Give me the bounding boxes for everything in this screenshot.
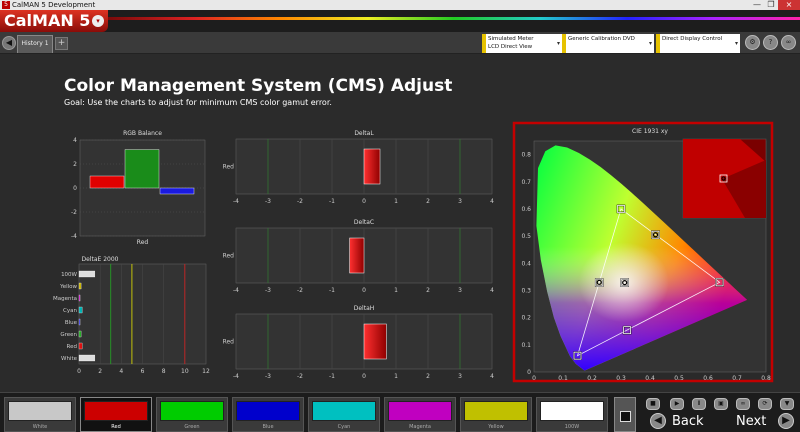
device-meter-line2: LCD Direct View xyxy=(488,44,533,50)
swatch-color-chip xyxy=(8,401,72,421)
chevron-down-icon: ▾ xyxy=(648,40,652,47)
tab-history-1[interactable]: History 1 xyxy=(17,35,53,53)
down-icon[interactable]: ▼ xyxy=(780,398,794,410)
swatch-label: Cyan xyxy=(337,424,351,430)
swatch-red[interactable]: Red xyxy=(80,397,152,432)
page-title: Color Management System (CMS) Adjust xyxy=(64,76,453,96)
minimize-icon[interactable]: — xyxy=(750,0,764,10)
swatch-label: Red xyxy=(111,424,121,430)
swatch-color-chip xyxy=(160,401,224,421)
add-tab-icon[interactable]: + xyxy=(55,37,68,50)
stop-reading-icon[interactable]: ■ xyxy=(646,398,660,410)
tab-bar: ◀ History 1 + Simulated Meter LCD Direct… xyxy=(0,32,800,54)
window-title-bar: 5 CalMAN 5 Development — ❐ × xyxy=(0,0,800,10)
device-source-meter[interactable]: Simulated Meter LCD Direct View ▾ xyxy=(482,34,562,53)
page-goal: Goal: Use the charts to adjust for minim… xyxy=(64,98,332,107)
device-generator-line1: Generic Calibration DVD xyxy=(568,36,635,42)
pause-icon[interactable]: Ⅱ xyxy=(692,398,706,410)
swatch-100w[interactable]: 100W xyxy=(536,397,608,432)
help-icon[interactable]: ? xyxy=(763,35,778,50)
device-meter-line1: Simulated Meter xyxy=(488,36,534,42)
chevron-down-icon: ▾ xyxy=(556,40,560,47)
swatch-label: Green xyxy=(184,424,200,430)
device-display-line1: Direct Display Control xyxy=(662,36,723,42)
window-title: CalMAN 5 Development xyxy=(12,1,96,9)
link-icon[interactable]: ∞ xyxy=(781,35,796,50)
swatch-color-chip xyxy=(312,401,376,421)
ribbon xyxy=(0,10,800,32)
swatch-label: White xyxy=(32,424,48,430)
swatch-blue[interactable]: Blue xyxy=(232,397,304,432)
swatch-magenta[interactable]: Magenta xyxy=(384,397,456,432)
swatch-cyan[interactable]: Cyan xyxy=(308,397,380,432)
swatch-label: Blue xyxy=(262,424,274,430)
swatch-label: 100W xyxy=(564,424,580,430)
play-icon[interactable]: ▶ xyxy=(670,398,684,410)
refresh-icon[interactable]: ⟳ xyxy=(758,398,772,410)
app-menu-button[interactable]: CalMAN 5 ▾ xyxy=(0,10,108,32)
swatch-color-chip xyxy=(84,401,148,421)
stop-button[interactable] xyxy=(614,397,636,432)
swatch-color-chip xyxy=(236,401,300,421)
back-arrow-icon[interactable]: ◀ xyxy=(650,413,666,429)
next-button[interactable]: Next xyxy=(736,414,766,429)
close-icon[interactable]: × xyxy=(778,0,800,10)
settings-icon[interactable]: ⚙ xyxy=(745,35,760,50)
swatch-green[interactable]: Green xyxy=(156,397,228,432)
swatch-yellow[interactable]: Yellow xyxy=(460,397,532,432)
link-icon[interactable]: ∞ xyxy=(736,398,750,410)
swatch-white[interactable]: White xyxy=(4,397,76,432)
swatch-label: Magenta xyxy=(409,424,431,430)
swatch-color-chip xyxy=(540,401,604,421)
swatch-color-chip xyxy=(388,401,452,421)
swatch-label: Yellow xyxy=(488,424,504,430)
back-nav-icon[interactable]: ◀ xyxy=(2,36,16,50)
swatch-color-chip xyxy=(464,401,528,421)
next-arrow-icon[interactable]: ▶ xyxy=(778,413,794,429)
chevron-down-icon: ▾ xyxy=(734,40,738,47)
stop-icon xyxy=(620,411,631,422)
chevron-down-icon: ▾ xyxy=(92,15,104,27)
back-button[interactable]: Back xyxy=(672,414,704,429)
app-icon: 5 xyxy=(2,1,10,9)
device-source-display[interactable]: Direct Display Control ▾ xyxy=(656,34,740,53)
restore-icon[interactable]: ❐ xyxy=(764,0,778,10)
rainbow-strip xyxy=(108,17,800,20)
device-source-generator[interactable]: Generic Calibration DVD ▾ xyxy=(562,34,654,53)
save-icon[interactable]: ▣ xyxy=(714,398,728,410)
brand-logo: CalMAN 5 xyxy=(4,11,91,30)
